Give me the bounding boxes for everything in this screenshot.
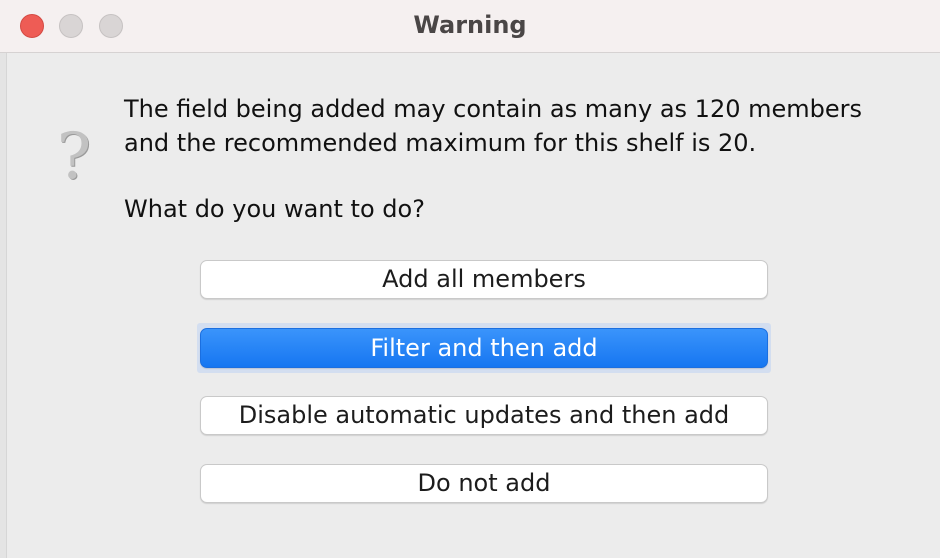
disable-automatic-updates-button[interactable]: Disable automatic updates and then add — [200, 396, 768, 435]
dialog-title: Warning — [413, 11, 527, 39]
add-all-members-button[interactable]: Add all members — [200, 260, 768, 299]
filter-and-then-add-button[interactable]: Filter and then add — [200, 328, 768, 368]
message-line-2: and the recommended maximum for this she… — [124, 129, 757, 157]
title-bar: Warning — [0, 0, 940, 53]
warning-dialog: Warning ? The field being added may cont… — [0, 0, 940, 558]
question-mark-icon: ? — [56, 120, 92, 194]
do-not-add-button[interactable]: Do not add — [200, 464, 768, 503]
message-prompt: What do you want to do? — [124, 195, 425, 223]
window-edge — [0, 53, 7, 558]
message-line-1: The field being added may contain as man… — [124, 95, 862, 123]
